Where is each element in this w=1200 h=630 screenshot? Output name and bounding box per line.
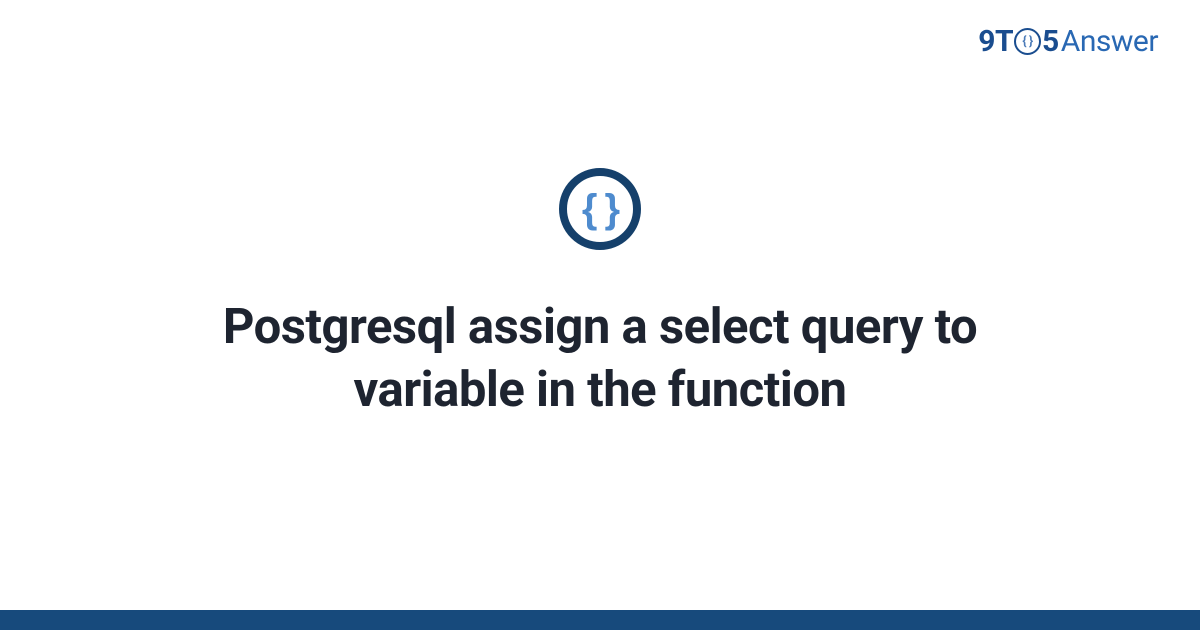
site-logo: 9 T { } 5 Answer	[978, 24, 1158, 59]
page-title: Postgresql assign a select query to vari…	[140, 296, 1060, 421]
logo-t: T	[995, 24, 1013, 59]
code-braces-icon: { }	[582, 189, 618, 229]
logo-circle-icon: { }	[1014, 28, 1041, 55]
logo-five: 5	[1042, 24, 1059, 59]
category-icon-ring: { }	[559, 168, 641, 250]
main-content: { } Postgresql assign a select query to …	[0, 0, 1200, 630]
logo-answer: Answer	[1061, 24, 1158, 59]
footer-bar	[0, 610, 1200, 630]
logo-nine: 9	[978, 24, 995, 59]
